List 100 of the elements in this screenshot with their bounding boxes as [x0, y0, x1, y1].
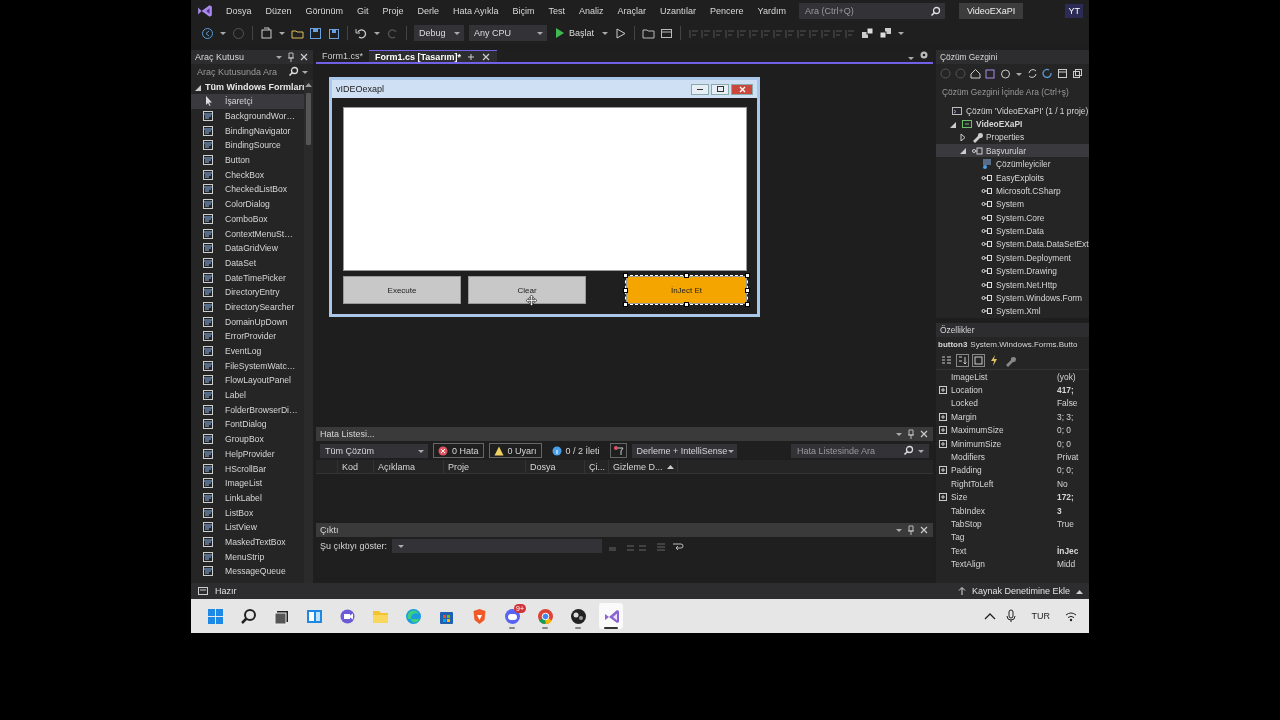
close-button[interactable]	[731, 83, 753, 95]
property-value[interactable]: Privat	[1057, 452, 1089, 463]
property-value[interactable]: (yok)	[1057, 371, 1089, 382]
toolbox-item[interactable]: ImageList	[191, 475, 304, 491]
pin-icon[interactable]	[906, 428, 916, 440]
messages-filter-button[interactable]: 0 / 2 İleti	[546, 443, 605, 458]
pin-icon[interactable]	[286, 51, 296, 63]
switch-view-icon[interactable]	[985, 68, 996, 80]
save-all-icon[interactable]	[327, 26, 340, 40]
close-icon[interactable]	[919, 525, 929, 535]
chat-app-icon[interactable]	[502, 606, 522, 626]
minimize-button[interactable]	[691, 83, 709, 95]
toolbox-item[interactable]: ComboBox	[191, 211, 304, 227]
toolbox-item[interactable]: DirectorySearcher	[191, 299, 304, 315]
menu-item[interactable]: Git	[350, 6, 376, 16]
tree-item[interactable]: System.Windows.Form	[936, 291, 1089, 305]
scope-dropdown[interactable]: Tüm Çözüm	[320, 443, 428, 458]
menu-item[interactable]: Araçlar	[610, 6, 654, 16]
gear-icon[interactable]	[919, 50, 929, 60]
collapse-all-icon[interactable]	[1057, 68, 1068, 80]
form-button[interactable]: Clear	[468, 276, 586, 304]
caret-icon[interactable]	[601, 29, 609, 37]
toolbox-item[interactable]: Label	[191, 387, 304, 403]
toolbox-item[interactable]: DateTimePicker	[191, 270, 304, 285]
expand-icon[interactable]	[939, 386, 947, 395]
toolbox-item[interactable]: MaskedTextBox	[191, 534, 304, 550]
caret-icon[interactable]	[275, 53, 283, 61]
toolbox-item[interactable]: EventLog	[191, 343, 304, 359]
send-back-icon[interactable]	[879, 26, 892, 40]
tree-item[interactable]: System.Drawing	[936, 264, 1089, 278]
expander-icon[interactable]	[950, 120, 957, 128]
column-header[interactable]: Çi...	[585, 460, 609, 473]
form-button[interactable]: Execute	[343, 276, 461, 304]
tree-item[interactable]: System.Core	[936, 210, 1089, 225]
search-icon[interactable]	[929, 5, 941, 17]
editor-tab[interactable]: Form1.cs*	[316, 50, 369, 62]
search-input[interactable]: Ara (Ctrl+Q)	[802, 5, 930, 17]
toolbox-item[interactable]: HScrollBar	[191, 461, 304, 476]
tree-item[interactable]: System.Deployment	[936, 251, 1089, 265]
toolbox-item[interactable]: DataGridView	[191, 240, 304, 256]
property-value[interactable]: 417;	[1057, 385, 1089, 396]
editor-tab[interactable]: Form1.cs [Tasarım]*	[369, 50, 497, 62]
expand-icon[interactable]	[939, 412, 947, 421]
search-field[interactable]: Ara (Ctrl+Q)	[798, 3, 945, 19]
menu-item[interactable]: Analiz	[572, 6, 611, 16]
filter-button[interactable]	[609, 443, 627, 458]
menu-item[interactable]: Pencere	[703, 6, 751, 16]
dark-circle-icon[interactable]	[568, 606, 588, 626]
column-header[interactable]: Açıklama	[374, 460, 444, 473]
expand-icon[interactable]	[939, 466, 947, 475]
menu-item[interactable]: Biçim	[505, 6, 542, 16]
account-badge[interactable]: YT	[1065, 4, 1083, 18]
close-icon[interactable]	[480, 51, 491, 62]
close-icon[interactable]	[299, 52, 309, 62]
pin-icon[interactable]	[906, 524, 916, 536]
toolbox-item[interactable]: İşaretçi	[191, 94, 304, 109]
tree-item[interactable]: EasyExploits	[936, 170, 1089, 185]
toolbox-item[interactable]: CheckBox	[191, 167, 304, 183]
column-header[interactable]: Kod	[338, 460, 374, 473]
menu-item[interactable]: Derle	[410, 6, 447, 16]
project-name[interactable]: VideoEXaPI	[958, 3, 1024, 19]
property-value[interactable]: No	[1057, 478, 1089, 489]
toolbox-item[interactable]: Button	[191, 152, 304, 168]
toolbox-item[interactable]: ContextMenuSt…	[191, 226, 304, 241]
tree-item[interactable]: Başvurular	[936, 144, 1089, 158]
property-value[interactable]: 172;	[1057, 492, 1089, 503]
caret-icon[interactable]	[907, 54, 915, 62]
tree-item[interactable]: Çözüm 'VideoEXaPI' (1 / 1 proje)	[936, 103, 1089, 118]
toolbox-item[interactable]: LinkLabel	[191, 490, 304, 506]
search-input[interactable]: Hata Listesinde Ara	[795, 444, 900, 457]
alphabetical-icon[interactable]	[956, 353, 969, 367]
expand-icon[interactable]	[939, 426, 947, 435]
configuration-dropdown[interactable]: Debug	[414, 25, 464, 41]
search-icon[interactable]	[288, 66, 299, 77]
menu-item[interactable]: Test	[541, 6, 572, 16]
tree-item[interactable]: System	[936, 197, 1089, 211]
expand-icon[interactable]	[939, 493, 947, 502]
categorized-icon[interactable]	[940, 353, 953, 367]
property-value[interactable]: İnJec	[1057, 545, 1089, 556]
tree-item[interactable]: Microsoft.CSharp	[936, 184, 1089, 198]
expander-icon[interactable]	[960, 133, 967, 141]
column-header[interactable]: Dosya	[526, 460, 585, 473]
outline-play-icon[interactable]	[614, 26, 627, 40]
property-value[interactable]: 0; 0;	[1057, 465, 1089, 476]
word-wrap-icon[interactable]	[672, 540, 685, 552]
sync-icon[interactable]	[1027, 68, 1038, 80]
infinity-icon[interactable]	[197, 3, 213, 19]
property-value[interactable]: 0; 0	[1057, 438, 1089, 449]
toolbox-item[interactable]: CheckedListBox	[191, 182, 304, 197]
toolbox-item[interactable]: FileSystemWatc…	[191, 358, 304, 374]
maximize-button[interactable]	[711, 83, 729, 95]
toolbox-item[interactable]: FontDialog	[191, 417, 304, 432]
toolbox-item[interactable]: ListBox	[191, 505, 304, 520]
menu-item[interactable]: Dosya	[219, 6, 259, 16]
toolbox-item[interactable]: MessageQueue	[191, 564, 304, 579]
bring-front-icon[interactable]	[861, 26, 874, 40]
toolbox-item[interactable]: FolderBrowserDi…	[191, 402, 304, 418]
undo-icon[interactable]	[355, 26, 368, 40]
menu-item[interactable]: Uzantılar	[653, 6, 704, 16]
toolbox-item[interactable]: FlowLayoutPanel	[191, 373, 304, 388]
